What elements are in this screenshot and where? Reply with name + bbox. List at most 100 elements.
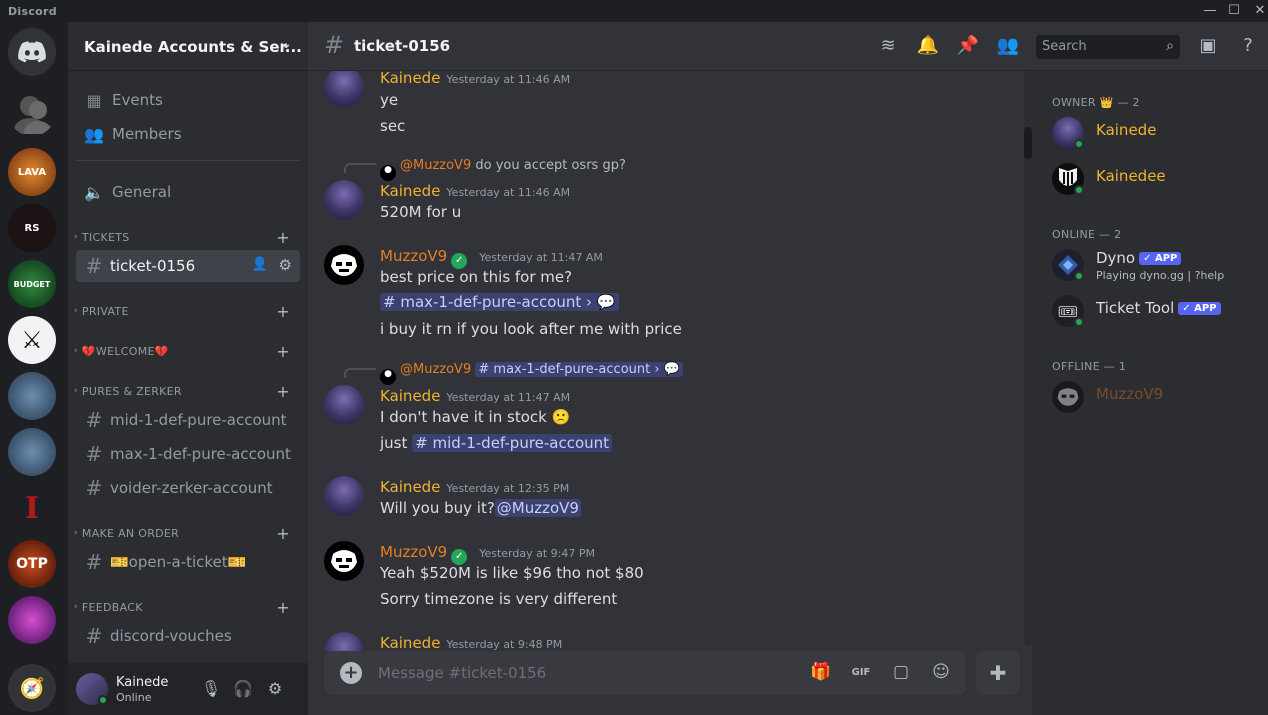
microphone-icon[interactable]: 🎙 <box>200 679 222 701</box>
help-icon[interactable]: ? <box>1236 35 1260 59</box>
gear-icon[interactable]: ⚙ <box>279 256 292 274</box>
category-tickets[interactable]: › TICKETS + <box>68 228 308 247</box>
channel-open-a-ticket[interactable]: # 🎫open-a-ticket🎫 <box>76 546 300 578</box>
category-feedback[interactable]: › FEEDBACK + <box>68 598 308 617</box>
threads-icon[interactable]: ≋ <box>876 35 900 59</box>
add-channel-icon[interactable]: + <box>276 524 290 543</box>
server-swords[interactable]: ⚔ <box>8 316 56 364</box>
close-button[interactable]: ✕ <box>1247 2 1268 20</box>
avatar: ● <box>380 165 396 181</box>
bell-icon[interactable]: 🔔 <box>916 35 940 59</box>
hash-icon: # <box>324 31 345 59</box>
channel-sidebar: Kainede Accounts & Ser... ⌄ ▦ Events 👥 M… <box>68 22 308 715</box>
category-private[interactable]: › PRIVATE + <box>68 302 308 321</box>
server-rs-empire[interactable]: RS <box>8 204 56 252</box>
message-author[interactable]: MuzzoV9 <box>380 543 447 561</box>
avatar[interactable] <box>324 71 364 107</box>
sticker-icon[interactable]: ▢ <box>890 662 912 684</box>
server-budget[interactable]: BUDGET <box>8 260 56 308</box>
member-list-icon[interactable]: 👥 <box>996 35 1020 59</box>
message-author[interactable]: Kainede <box>380 71 440 87</box>
apps-icon[interactable]: ✚ <box>976 651 1020 695</box>
member-kainedee[interactable]: Kainedee <box>1052 159 1262 199</box>
message-input[interactable]: Message #ticket-0156 <box>378 664 546 682</box>
avatar[interactable] <box>324 476 364 516</box>
maximize-button[interactable]: ☐ <box>1221 2 1247 20</box>
online-status-icon <box>1074 185 1084 195</box>
server-9[interactable]: I <box>8 484 56 532</box>
message-text: just # mid-1-def-pure-account <box>380 434 613 452</box>
avatar[interactable] <box>324 245 364 285</box>
add-channel-icon[interactable]: + <box>276 342 290 361</box>
category-welcome[interactable]: › 💔WELCOME💔 + <box>68 342 308 361</box>
server-otp[interactable]: OTP <box>8 540 56 588</box>
add-channel-icon[interactable]: + <box>276 228 290 247</box>
member-kainede[interactable]: Kainede <box>1052 113 1262 153</box>
avatar[interactable] <box>324 180 364 220</box>
sidebar-item-members[interactable]: 👥 Members <box>76 118 300 150</box>
hash-icon: # <box>85 442 103 466</box>
message-author[interactable]: Kainede <box>380 634 440 651</box>
server-7[interactable] <box>8 372 56 420</box>
message-text: best price on this for me? <box>380 268 573 286</box>
hash-icon: # <box>85 254 103 278</box>
add-attachment-icon[interactable]: + <box>340 662 362 684</box>
avatar[interactable] <box>324 541 364 581</box>
reply-preview[interactable]: ● @MuzzoV9 do you accept osrs gp? <box>380 158 626 181</box>
guild-header[interactable]: Kainede Accounts & Ser... ⌄ <box>68 22 308 71</box>
headphones-icon[interactable]: 🎧 <box>232 679 254 701</box>
search-input[interactable]: Search ⌕ <box>1036 35 1180 59</box>
avatar <box>1052 381 1084 413</box>
sidebar-item-events[interactable]: ▦ Events <box>76 84 300 116</box>
message-composer[interactable]: + Message #ticket-0156 🎁 GIF ▢ ☺ <box>324 651 966 695</box>
gif-icon[interactable]: GIF <box>850 662 872 684</box>
settings-gear-icon[interactable]: ⚙ <box>264 679 286 701</box>
pin-icon[interactable]: 📌 <box>956 35 980 59</box>
verified-badge-icon: ✓ <box>451 253 468 269</box>
channel-mention[interactable]: # mid-1-def-pure-account <box>412 434 613 452</box>
gift-icon[interactable]: 🎁 <box>810 662 832 684</box>
server-8[interactable] <box>8 428 56 476</box>
invite-icon[interactable]: 👤 <box>252 257 268 272</box>
channel-mention[interactable]: # max-1-def-pure-account › 💬 <box>380 293 619 311</box>
category-pures-zerker[interactable]: › PURES & ZERKER + <box>68 382 308 401</box>
emoji-icon[interactable]: ☺ <box>930 662 952 684</box>
channel-discord-vouches[interactable]: # discord-vouches <box>76 620 300 652</box>
member-dyno[interactable]: Dyno ✓ APP Playing dyno.gg | ?help <box>1052 245 1262 285</box>
user-mention[interactable]: @MuzzoV9 <box>494 499 581 517</box>
inbox-icon[interactable]: ▣ <box>1196 35 1220 59</box>
explore-icon[interactable]: 🧭 <box>8 664 56 712</box>
message-author[interactable]: Kainede <box>380 387 440 405</box>
discord-home-icon[interactable] <box>8 28 56 76</box>
avatar[interactable] <box>324 632 364 651</box>
channel-voider-zerker-account[interactable]: # voider-zerker-account <box>76 472 300 504</box>
server-rail: LAVA RS BUDGET ⚔ I OTP 🧭 <box>0 22 68 715</box>
server-direct-messages[interactable] <box>8 88 56 136</box>
member-muzzov9[interactable]: MuzzoV9 <box>1052 377 1262 417</box>
message-author[interactable]: Kainede <box>380 182 440 200</box>
user-panel: Kainede Online 🎙 🎧 ⚙ <box>68 663 308 715</box>
add-channel-icon[interactable]: + <box>276 382 290 401</box>
members-icon: 👥 <box>84 124 104 144</box>
message-author[interactable]: Kainede <box>380 478 440 496</box>
channel-mid-1-def-pure-account[interactable]: # mid-1-def-pure-account <box>76 404 300 436</box>
message-header: Kainede Yesterday at 11:46 AM <box>380 71 570 87</box>
category-make-an-order[interactable]: › MAKE AN ORDER + <box>68 524 308 543</box>
sidebar-item-general[interactable]: 🔈 General <box>76 176 300 208</box>
message-text: Sorry timezone is very different <box>380 590 618 608</box>
channel-max-1-def-pure-account[interactable]: # max-1-def-pure-account <box>76 438 300 470</box>
frown-emoji-icon: 🙁 <box>551 408 571 426</box>
member-ticket-tool[interactable]: 🎟 Ticket Tool ✓ APP <box>1052 291 1262 331</box>
message-author[interactable]: MuzzoV9 <box>380 247 447 265</box>
message-text: i buy it rn if you look after me with pr… <box>380 320 682 338</box>
scrollbar-thumb[interactable] <box>1024 127 1032 159</box>
add-channel-icon[interactable]: + <box>276 302 290 321</box>
server-11[interactable] <box>8 596 56 644</box>
minimize-button[interactable]: — <box>1197 2 1223 20</box>
channel-ticket-0156[interactable]: # ticket-0156 👤 ⚙ <box>76 250 300 282</box>
server-lava[interactable]: LAVA <box>8 148 56 196</box>
avatar[interactable] <box>324 385 364 425</box>
add-channel-icon[interactable]: + <box>276 598 290 617</box>
app-badge: ✓ APP <box>1178 302 1221 315</box>
reply-preview[interactable]: ● @MuzzoV9 # max-1-def-pure-account › 💬 <box>380 362 683 385</box>
